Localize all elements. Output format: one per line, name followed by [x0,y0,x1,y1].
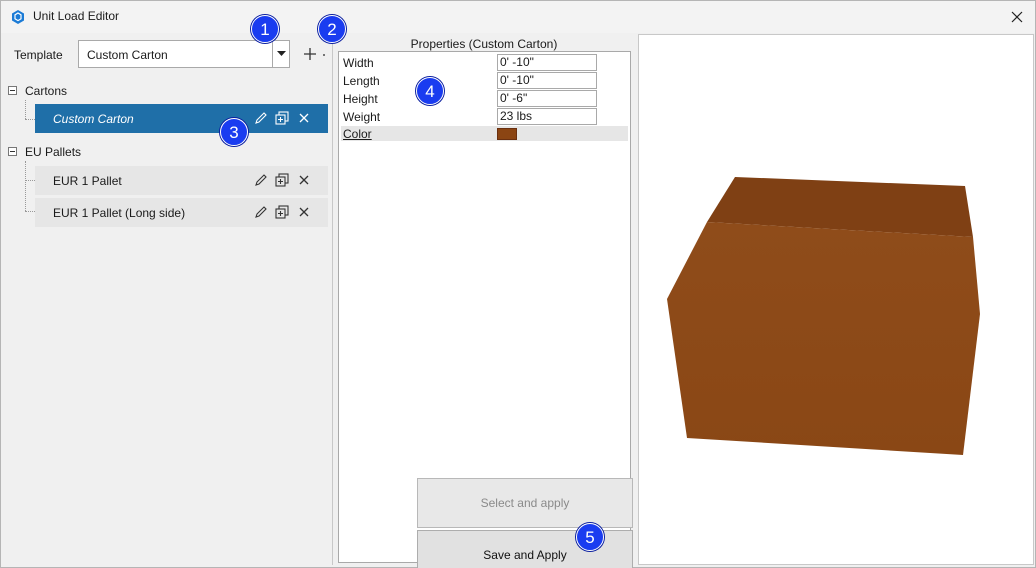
template-tree-pane: Template Custom Carton Cartons Custom Ca… [4,34,333,565]
properties-title: Properties (Custom Carton) [410,37,558,51]
tree-item-label: EUR 1 Pallet [53,174,122,188]
callout-1: 1 [251,15,279,43]
tree-item-eur1-pallet-long-side[interactable]: EUR 1 Pallet (Long side) [35,198,328,227]
edit-icon[interactable] [254,173,268,187]
duplicate-icon[interactable] [275,173,289,187]
tree-group-eu-pallets[interactable]: EU Pallets [8,144,128,162]
callout-5: 5 [576,523,604,551]
template-dropdown[interactable]: Custom Carton [78,40,290,68]
tree-connector [25,180,35,181]
tree-item-label: EUR 1 Pallet (Long side) [53,206,186,220]
tree-group-label: EU Pallets [25,145,82,159]
app-logo-icon [10,9,26,25]
tree-group-cartons[interactable]: Cartons [8,83,128,101]
length-field[interactable]: 0' -10" [497,72,597,89]
tree-connector [25,119,35,120]
property-row-height: Height 0' -6" [341,90,629,108]
color-link[interactable]: Color [343,127,372,141]
tree-connector [25,100,26,119]
3d-preview-viewport[interactable] [638,34,1034,565]
carton-3d-preview [667,177,980,455]
property-name: Height [343,92,378,106]
property-row-color[interactable]: Color [341,126,628,141]
callout-3: 3 [220,118,248,146]
template-dropdown-value: Custom Carton [87,48,168,62]
delete-icon[interactable] [297,205,311,219]
window-title: Unit Load Editor [33,9,120,23]
delete-icon[interactable] [297,173,311,187]
edit-icon[interactable] [254,111,268,125]
delete-icon[interactable] [297,111,311,125]
tree-item-custom-carton[interactable]: Custom Carton [35,104,328,133]
unit-load-editor-window: Unit Load Editor Template Custom Carton … [0,0,1036,568]
tree-connector [25,161,26,211]
chevron-down-icon [277,51,286,56]
select-and-apply-button[interactable]: Select and apply [417,478,633,528]
property-name: Weight [343,110,381,124]
width-field[interactable]: 0' -10" [497,54,597,71]
weight-field[interactable]: 23 lbs [497,108,597,125]
property-grid: Width 0' -10" Length 0' -10" Height 0' -… [338,51,633,568]
carton-front-face [667,222,980,455]
plus-icon [304,48,325,60]
tree-item-label: Custom Carton [53,112,134,126]
property-row-weight: Weight 23 lbs [341,108,629,126]
template-label: Template [14,48,63,62]
duplicate-icon[interactable] [275,111,289,125]
property-row-length: Length 0' -10" [341,72,629,90]
close-button[interactable] [1007,7,1027,27]
tree-group-label: Cartons [25,84,68,98]
add-template-button[interactable] [302,44,328,64]
template-dropdown-toggle[interactable] [272,41,289,67]
tree-item-eur1-pallet[interactable]: EUR 1 Pallet [35,166,328,195]
close-icon [1011,11,1023,23]
callout-4: 4 [416,77,444,105]
property-name: Length [343,74,380,88]
collapse-icon[interactable] [8,86,17,95]
properties-pane: Properties (Custom Carton) Width 0' -10"… [336,34,635,568]
callout-2: 2 [318,15,346,43]
collapse-icon[interactable] [8,147,17,156]
height-field[interactable]: 0' -6" [497,90,597,107]
title-bar: Unit Load Editor [1,1,1035,33]
property-name: Width [343,56,374,70]
property-row-width: Width 0' -10" [341,54,629,72]
edit-icon[interactable] [254,205,268,219]
duplicate-icon[interactable] [275,205,289,219]
tree-connector [25,211,35,212]
color-swatch[interactable] [497,128,517,140]
